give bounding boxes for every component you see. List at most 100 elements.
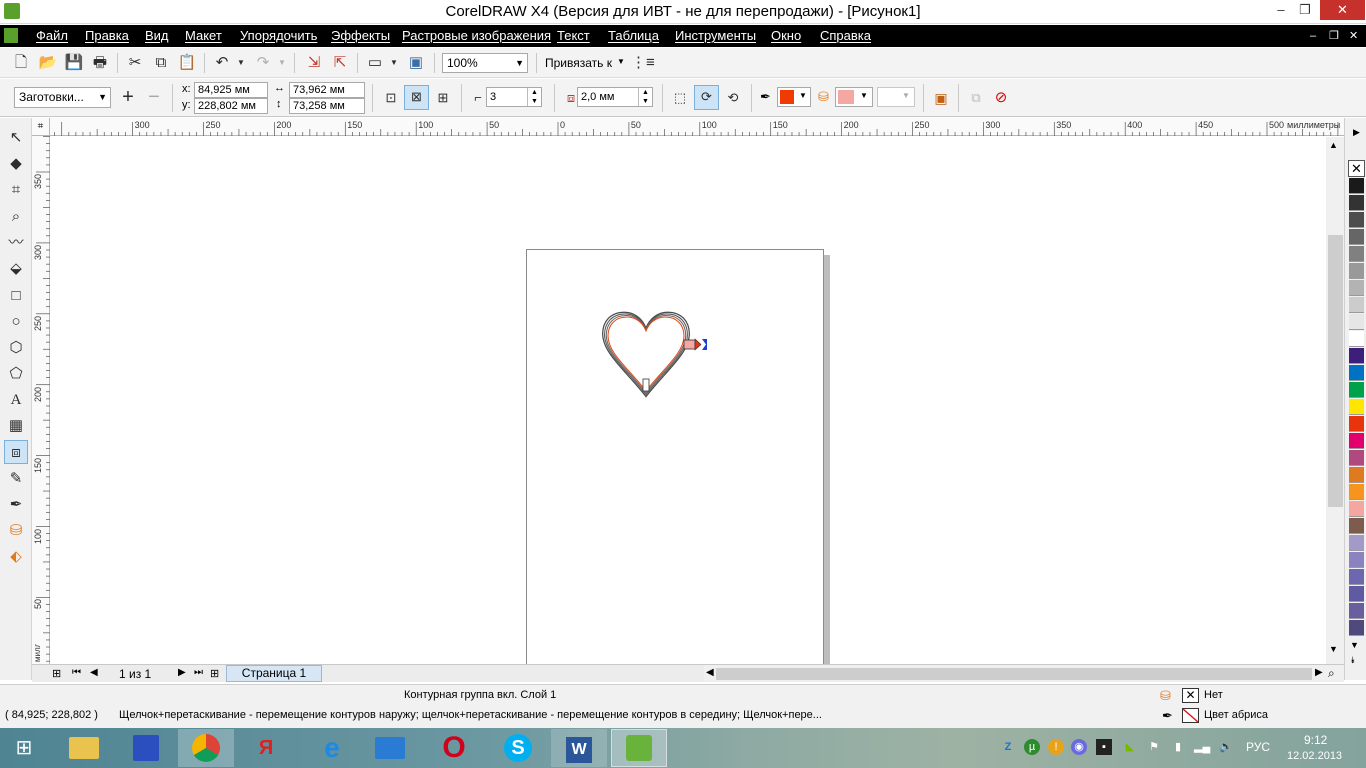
start-windows-icon[interactable]: ⊞ [0,729,48,767]
palette-swatch[interactable] [1349,552,1364,568]
interactive-fill-tool-icon[interactable]: ⬖ [4,545,28,569]
last-page-icon[interactable]: ⏭ [194,667,203,678]
clear-contour-icon[interactable]: ⊘ [990,87,1012,109]
crop-tool-icon[interactable]: ⌗ [4,178,28,202]
scroll-down-icon[interactable]: ▼ [1329,644,1338,654]
menu-text[interactable]: Текст [557,27,590,45]
clockwise-contour-colors-icon[interactable]: ⟳ [694,85,719,110]
eyedropper-tool-icon[interactable]: ✎ [4,467,28,491]
contour-offset-input[interactable]: 2,0 мм ▲ ▼ [577,87,653,107]
drawing-canvas[interactable] [51,137,1326,664]
skype-icon[interactable]: S [490,729,546,767]
add-preset-icon[interactable]: + [117,86,139,108]
paste-icon[interactable]: 📋 [176,52,198,74]
undo-dropdown-icon[interactable]: ▼ [235,52,247,74]
gradient-color-picker[interactable]: ▼ [877,87,915,107]
palette-swatch[interactable] [1349,467,1364,483]
vertical-ruler[interactable]: 350 300 250 200 150 100 50 миллиметры [32,136,50,664]
ellipse-tool-icon[interactable]: ○ [4,310,28,334]
steps-spin-icon[interactable]: ▲ ▼ [527,88,541,106]
launcher-dropdown-icon[interactable]: ▼ [388,52,400,74]
smart-fill-tool-icon[interactable]: ⬙ [4,257,28,281]
palette-swatch[interactable] [1349,416,1364,432]
file-explorer-icon[interactable] [56,729,112,767]
add-page-before-icon[interactable]: ⊞ [52,667,61,680]
fill-color-picker[interactable]: ▼ [835,87,873,107]
menu-file[interactable]: Файл [36,27,68,45]
network-icon[interactable]: ▂▄ [1194,739,1210,755]
menu-effects[interactable]: Эффекты [331,27,390,45]
next-page-icon[interactable]: ▶ [178,667,186,678]
yandex-browser-icon[interactable]: Я [238,729,294,767]
horizontal-ruler[interactable]: ⌗ 300 250 200 150 100 50 0 50 100 150 200 250 300 350… [32,118,1344,136]
menu-edit[interactable]: Правка [85,27,129,45]
palette-expand-icon[interactable]: ⯯ [1350,655,1355,666]
notification-tray-icon[interactable]: ! [1048,739,1064,755]
contour-to-center-icon[interactable]: ⊡ [380,87,402,109]
palette-swatch[interactable] [1349,484,1364,500]
palette-swatch[interactable] [1349,518,1364,534]
pick-tool-icon[interactable]: ↖ [4,126,28,150]
table-tool-icon[interactable]: ▦ [4,414,28,438]
object-acceleration-icon[interactable]: ▣ [930,87,952,109]
menu-table[interactable]: Таблица [608,27,659,45]
vertical-scrollbar[interactable]: ▲ ▼ [1326,137,1344,664]
first-page-icon[interactable]: ⏮ [72,667,81,678]
add-page-after-icon[interactable]: ⊞ [210,667,219,680]
menu-view[interactable]: Вид [145,27,169,45]
palette-swatch[interactable] [1349,178,1364,194]
palette-swatch[interactable] [1349,586,1364,602]
palette-scroll-down-icon[interactable]: ▼ [1350,640,1359,650]
previous-page-icon[interactable]: ◀ [90,667,98,678]
tray-monitor-icon[interactable]: ▪ [1096,739,1112,755]
palette-swatch[interactable] [1349,246,1364,262]
palette-swatch[interactable] [1349,331,1364,347]
fill-tool-icon[interactable]: ⛁ [4,519,28,543]
palette-swatch[interactable] [1349,195,1364,211]
menu-help[interactable]: Справка [820,27,871,45]
clock-time[interactable]: 9:12 [1304,733,1327,747]
no-color-swatch[interactable]: ✕ [1348,160,1365,177]
cut-icon[interactable]: ✂ [124,52,146,74]
chrome-icon[interactable] [178,729,234,767]
menu-tools[interactable]: Инструменты [675,27,756,45]
shape-tool-icon[interactable]: ◆ [4,152,28,176]
contour-outside-icon[interactable]: ⊞ [432,87,454,109]
doc-restore-button[interactable]: ❐ [1329,27,1339,45]
polygon-tool-icon[interactable]: ⬡ [4,336,28,360]
palette-swatch[interactable] [1349,212,1364,228]
vertical-scroll-thumb[interactable] [1328,235,1343,507]
offset-spin-icon[interactable]: ▲ ▼ [638,88,652,106]
remove-preset-icon[interactable]: − [143,86,165,108]
width-input[interactable]: 73,962 мм [289,82,365,98]
save-floppy-app-icon[interactable] [118,729,174,767]
internet-explorer-icon[interactable]: e [304,729,360,767]
height-input[interactable]: 73,258 мм [289,98,365,114]
palette-swatch[interactable] [1349,501,1364,517]
clock-date[interactable]: 12.02.2013 [1287,750,1342,762]
palette-swatch[interactable] [1349,314,1364,330]
basic-shapes-tool-icon[interactable]: ⬠ [4,362,28,386]
palette-swatch[interactable] [1349,535,1364,551]
contour-steps-input[interactable]: 3 ▲ ▼ [486,87,542,107]
snap-to-button[interactable]: Привязать к [545,56,612,70]
scroll-left-icon[interactable]: ◀ [706,667,714,678]
menu-window[interactable]: Окно [771,27,801,45]
battery-icon[interactable]: ▮ [1170,739,1186,755]
copy-icon[interactable]: ⧉ [150,52,172,74]
palette-swatch[interactable] [1349,348,1364,364]
torrent-tray-icon[interactable]: µ [1024,739,1040,755]
palette-swatch[interactable] [1349,382,1364,398]
palette-swatch[interactable] [1349,620,1364,636]
minimize-button[interactable]: – [1268,0,1294,22]
tray-app-icon[interactable]: Z [1000,739,1016,755]
redo-dropdown-icon[interactable]: ▼ [276,52,288,74]
application-launcher-icon[interactable]: ▭ [364,52,386,74]
rectangle-tool-icon[interactable]: □ [4,284,28,308]
freehand-tool-icon[interactable]: 〰 [4,231,28,255]
palette-swatch[interactable] [1349,399,1364,415]
coreldraw-taskbar-icon[interactable] [611,729,667,767]
menu-layout[interactable]: Макет [185,27,222,45]
contour-inside-icon[interactable]: ⊠ [404,85,429,110]
new-document-icon[interactable]: 🗋 [10,52,32,74]
